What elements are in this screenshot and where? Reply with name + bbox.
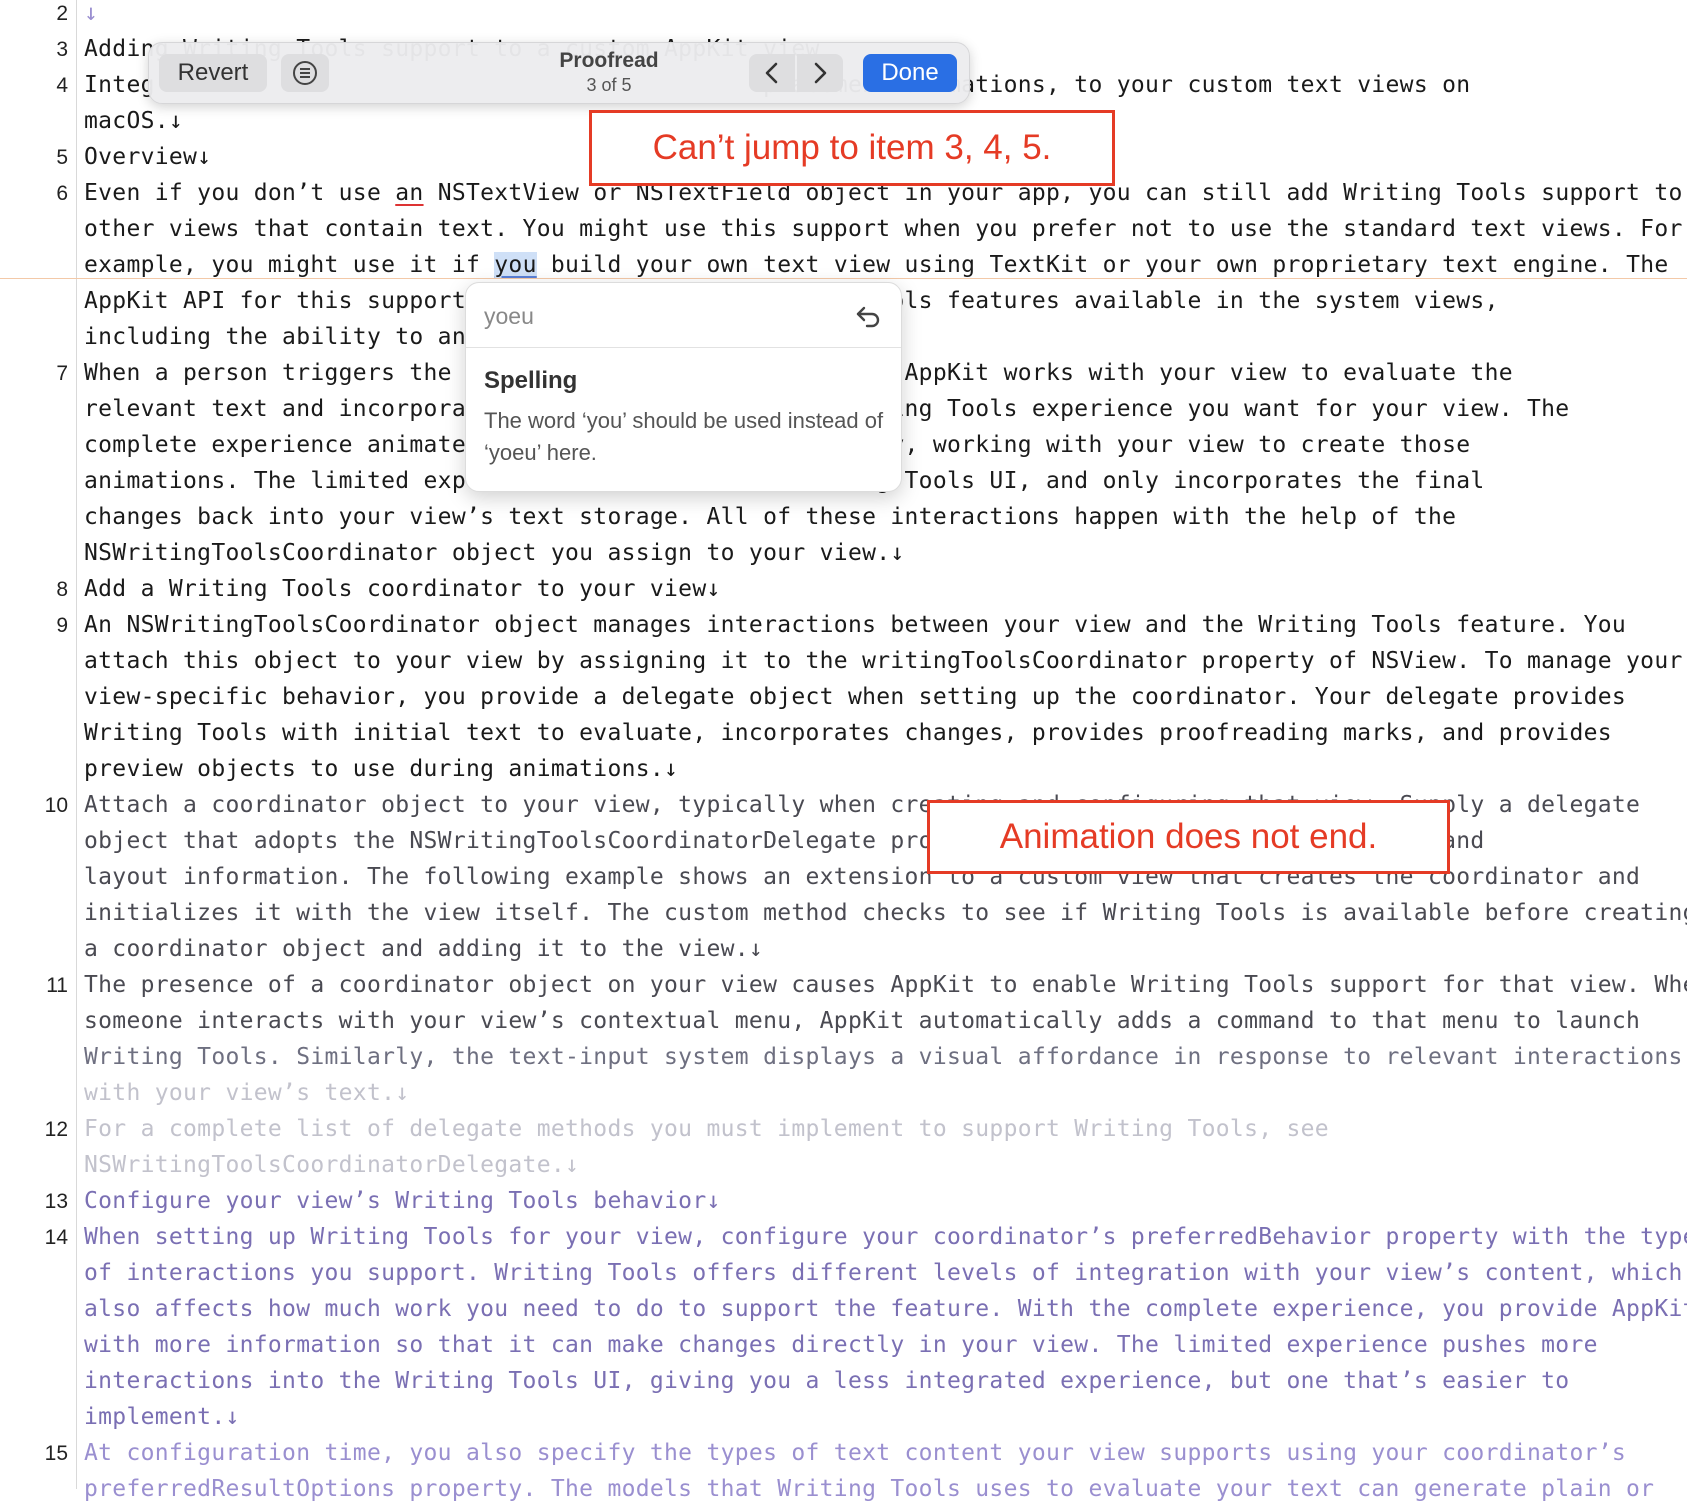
- text-line[interactable]: preferredResultOptions property. The mod…: [84, 1476, 1654, 1502]
- text-line[interactable]: Writing Tools with initial text to evalu…: [84, 720, 1612, 746]
- text-line[interactable]: At configuration time, you also specify …: [84, 1440, 1626, 1466]
- line-number: 9: [56, 614, 68, 637]
- line-number: 3: [56, 38, 68, 61]
- proofread-toolbar: Revert Proofread 3 of 5 Done: [148, 42, 970, 104]
- text-line[interactable]: initializes it with the view itself. The…: [84, 900, 1687, 926]
- text-line[interactable]: When setting up Writing Tools for your v…: [84, 1224, 1687, 1250]
- line-number-gutter: [0, 0, 77, 1489]
- text-line[interactable]: Overview↓: [84, 144, 211, 170]
- text-line[interactable]: of interactions you support. Writing Too…: [84, 1260, 1683, 1286]
- text-line[interactable]: someone interacts with your view’s conte…: [84, 1008, 1640, 1034]
- text-line[interactable]: implement.↓: [84, 1404, 240, 1430]
- next-suggestion-button[interactable]: [797, 54, 843, 92]
- line-number: 6: [56, 182, 68, 205]
- line-number: 15: [44, 1442, 68, 1465]
- line-number: 8: [56, 578, 68, 601]
- selected-suggestion-word[interactable]: you: [494, 252, 537, 278]
- chevron-left-icon: [765, 62, 778, 84]
- done-button[interactable]: Done: [863, 54, 957, 92]
- text-line[interactable]: other views that contain text. You might…: [84, 216, 1683, 242]
- undo-arrow-icon[interactable]: [853, 301, 883, 331]
- original-word: yoeu: [484, 303, 534, 329]
- line-number: 4: [56, 74, 68, 97]
- text-line[interactable]: Configure your view’s Writing Tools beha…: [84, 1188, 721, 1214]
- text-line[interactable]: with your view’s text.↓: [84, 1080, 409, 1106]
- proofread-position: 3 of 5: [586, 75, 632, 95]
- text-line[interactable]: NSWritingToolsCoordinator object you ass…: [84, 540, 905, 566]
- revert-button[interactable]: Revert: [159, 54, 267, 92]
- annotation-animation-issue: Animation does not end.: [927, 800, 1450, 874]
- spelling-suggestion-popover: yoeu Spelling The word ‘you’ should be u…: [465, 282, 902, 492]
- text-line[interactable]: with more information so that it can mak…: [84, 1332, 1598, 1358]
- suggestion-marked-word[interactable]: an: [395, 180, 423, 206]
- line-number: 7: [56, 362, 68, 385]
- suggestion-explanation: The word ‘you’ should be used instead of…: [484, 408, 884, 465]
- text-line[interactable]: changes back into your view’s text stora…: [84, 504, 1456, 530]
- text-line[interactable]: NSWritingToolsCoordinatorDelegate.↓: [84, 1152, 579, 1178]
- annotation-jump-issue: Can’t jump to item 3, 4, 5.: [589, 110, 1115, 186]
- text-line[interactable]: The presence of a coordinator object on …: [84, 972, 1687, 998]
- text-line[interactable]: example, you might use it if you build y…: [84, 252, 1669, 278]
- text-line[interactable]: For a complete list of delegate methods …: [84, 1116, 1329, 1142]
- line-number: 10: [44, 794, 68, 817]
- current-line-indicator: [0, 278, 1687, 279]
- text-line[interactable]: macOS.↓: [84, 108, 183, 134]
- suggestion-heading: Spelling: [484, 367, 578, 394]
- line-number: 14: [44, 1226, 68, 1249]
- text-line[interactable]: view-specific behavior, you provide a de…: [84, 684, 1626, 710]
- proofread-title: Proofread: [559, 49, 659, 72]
- text-line[interactable]: a coordinator object and adding it to th…: [84, 936, 763, 962]
- text-line[interactable]: preview objects to use during animations…: [84, 756, 678, 782]
- text-line[interactable]: An NSWritingToolsCoordinator object mana…: [84, 612, 1626, 638]
- line-number: 13: [44, 1190, 68, 1213]
- previous-suggestion-button[interactable]: [749, 54, 795, 92]
- text-line[interactable]: interactions into the Writing Tools UI, …: [84, 1368, 1569, 1394]
- line-number: 12: [44, 1118, 68, 1141]
- text-editor[interactable]: 2↓3Adding Writing Tools support to a cus…: [0, 0, 1687, 1502]
- text-line[interactable]: attach this object to your view by assig…: [84, 648, 1683, 674]
- line-number: 5: [56, 146, 68, 169]
- text-line[interactable]: ↓: [84, 0, 98, 26]
- text-line[interactable]: Add a Writing Tools coordinator to your …: [84, 576, 721, 602]
- line-number: 11: [46, 974, 68, 997]
- popover-divider: [466, 347, 901, 348]
- line-number: 2: [56, 2, 68, 25]
- text-line[interactable]: also affects how much work you need to d…: [84, 1296, 1687, 1322]
- list-circle-icon[interactable]: [281, 54, 329, 92]
- text-line[interactable]: Writing Tools. Similarly, the text-input…: [84, 1044, 1683, 1070]
- chevron-right-icon: [814, 62, 827, 84]
